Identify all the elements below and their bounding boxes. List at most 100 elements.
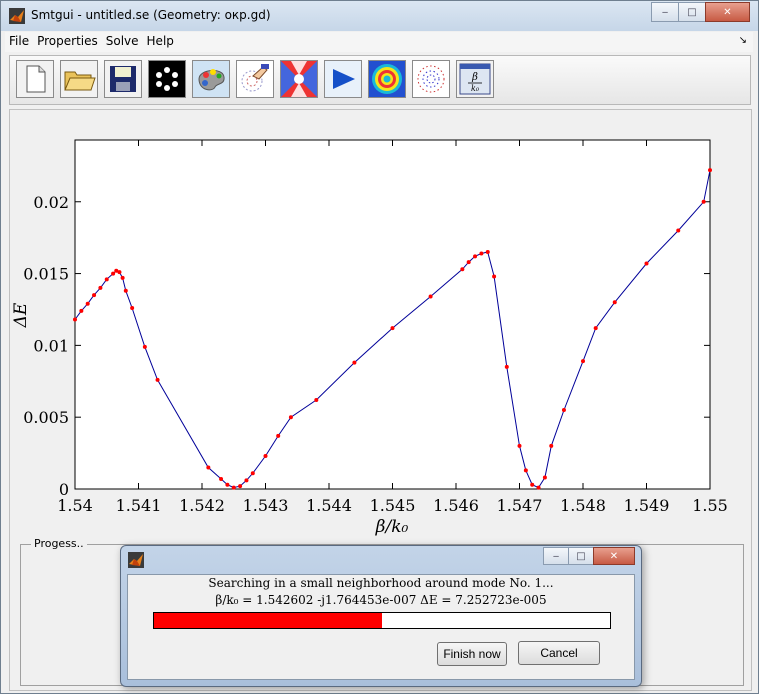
x-tick-label: 1.543 xyxy=(243,496,289,515)
x-tick-label: 1.549 xyxy=(624,496,670,515)
dotted-rings-button[interactable] xyxy=(412,60,450,98)
field-pattern-button[interactable] xyxy=(280,60,318,98)
data-point xyxy=(460,267,465,272)
y-tick-label: 0.015 xyxy=(23,265,69,284)
data-point xyxy=(314,397,319,402)
close-button[interactable]: ✕ xyxy=(705,2,750,22)
matlab-logo-icon xyxy=(9,8,25,24)
progress-status-text: Searching in a small neighborhood around… xyxy=(208,576,554,590)
properties-palette-button[interactable] xyxy=(192,60,230,98)
menu-properties[interactable]: Properties xyxy=(33,32,102,50)
data-point xyxy=(530,482,535,487)
x-tick-label: 1.548 xyxy=(560,496,606,515)
data-point xyxy=(244,478,249,483)
dialog-minimize-button[interactable]: ‒ xyxy=(543,547,569,565)
y-tick-label: 0.02 xyxy=(33,193,69,212)
y-tick-label: 0.01 xyxy=(33,336,69,355)
data-point xyxy=(523,468,528,473)
save-button[interactable] xyxy=(104,60,142,98)
x-tick-label: 1.55 xyxy=(692,496,728,515)
rings-field-icon xyxy=(369,61,405,97)
data-point xyxy=(98,285,103,290)
title-bar[interactable]: Smtgui - untitled.se (Geometry: окр.gd) … xyxy=(1,1,758,31)
y-axis-label: ΔE xyxy=(11,302,31,328)
save-disk-icon xyxy=(110,66,136,92)
data-point xyxy=(73,317,77,322)
field-pattern-icon xyxy=(281,61,317,97)
menu-file[interactable]: File xyxy=(5,32,33,50)
data-point xyxy=(517,443,522,448)
data-point xyxy=(263,453,268,458)
beta-k0-icon: βk₀ xyxy=(459,63,491,95)
mesh-button[interactable] xyxy=(236,60,274,98)
data-point xyxy=(542,475,547,480)
cancel-button[interactable]: Cancel xyxy=(518,641,600,665)
y-tick-label: 0.005 xyxy=(23,408,69,427)
data-point xyxy=(581,359,585,364)
x-tick-label: 1.544 xyxy=(306,496,352,515)
palette-icon xyxy=(193,61,229,97)
data-point xyxy=(504,364,509,369)
data-point xyxy=(120,275,125,280)
dialog-close-button[interactable]: ✕ xyxy=(593,547,635,565)
menu-bar: File Properties Solve Help ↘ xyxy=(5,32,753,52)
toolbar: β k₀ xyxy=(9,55,751,105)
x-tick-label: 1.541 xyxy=(116,496,162,515)
menu-dock-arrow-icon[interactable]: ↘ xyxy=(739,35,747,46)
data-point xyxy=(492,274,497,279)
play-arrow-icon xyxy=(325,61,361,97)
y-tick-label: 0 xyxy=(59,480,69,499)
data-point xyxy=(593,326,598,331)
dotted-rings-icon xyxy=(413,61,449,97)
x-tick-label: 1.546 xyxy=(433,496,479,515)
open-folder-button[interactable] xyxy=(60,60,98,98)
matlab-logo-icon xyxy=(128,552,144,568)
data-point xyxy=(206,465,211,470)
data-point xyxy=(219,476,224,481)
data-point xyxy=(238,484,243,489)
geometry-circles-icon xyxy=(149,61,185,97)
rings-field-button[interactable] xyxy=(368,60,406,98)
geometry-button[interactable] xyxy=(148,60,186,98)
data-point xyxy=(123,288,128,293)
plot-area xyxy=(74,139,711,490)
x-tick-label: 1.545 xyxy=(370,496,416,515)
data-point xyxy=(250,471,255,476)
x-axis-label: β/k₀ xyxy=(375,517,409,537)
data-point xyxy=(708,168,712,173)
data-point xyxy=(85,301,90,306)
dialog-client-area: Searching in a small neighborhood around… xyxy=(127,574,635,680)
data-point xyxy=(473,254,478,259)
new-file-icon xyxy=(26,65,46,93)
maximize-button[interactable]: □ xyxy=(678,2,706,22)
mesh-hand-icon xyxy=(237,61,273,97)
minimize-button[interactable]: ‒ xyxy=(651,2,679,22)
progress-dialog[interactable]: ‒ □ ✕ Searching in a small neighborhood … xyxy=(120,545,642,687)
data-point xyxy=(536,485,541,490)
window-title: Smtgui - untitled.se (Geometry: окр.gd) xyxy=(31,8,271,22)
data-point xyxy=(130,306,135,311)
progress-group-label: Progess.. xyxy=(31,537,87,550)
menu-help[interactable]: Help xyxy=(143,32,178,50)
data-point xyxy=(104,277,109,282)
menu-solve[interactable]: Solve xyxy=(102,32,143,50)
delta-e-chart: 1.54 1.541 1.542 1.543 1.544 1.545 1.546 1.547 1… xyxy=(11,139,728,537)
data-point xyxy=(117,270,122,275)
beta-k0-button[interactable]: β k₀ xyxy=(456,60,494,98)
finish-now-button[interactable]: Finish now xyxy=(437,642,507,666)
new-file-button[interactable] xyxy=(16,60,54,98)
x-tick-label: 1.547 xyxy=(497,496,543,515)
data-point xyxy=(612,300,617,305)
open-folder-icon xyxy=(64,71,96,91)
data-point xyxy=(92,293,97,298)
dialog-maximize-button[interactable]: □ xyxy=(568,547,594,565)
data-point xyxy=(701,199,706,204)
x-tick-label: 1.542 xyxy=(179,496,225,515)
data-point xyxy=(479,251,484,256)
data-point xyxy=(549,443,554,448)
data-point xyxy=(142,344,147,349)
data-point xyxy=(352,360,357,365)
data-point xyxy=(111,271,116,276)
solve-play-button[interactable] xyxy=(324,60,362,98)
progress-bar-fill xyxy=(154,613,382,628)
